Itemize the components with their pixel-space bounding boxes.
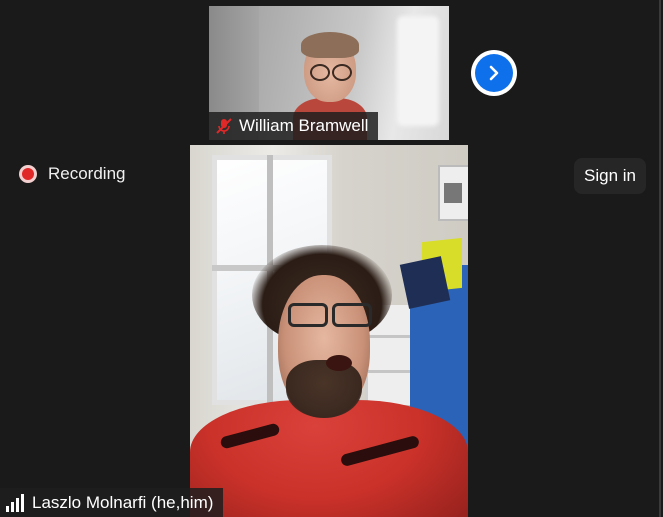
microphone-muted-icon — [215, 117, 233, 135]
window-edge — [659, 0, 661, 517]
speaker-beard — [286, 360, 362, 418]
wall-device — [438, 165, 468, 221]
participant-hair — [301, 32, 359, 58]
hanging-shirt — [399, 256, 451, 309]
speaker-name: Laszlo Molnarfi (he,him) — [32, 492, 214, 512]
speaker-name-tag: Laszlo Molnarfi (he,him) — [0, 488, 224, 517]
participant-name: William Bramwell — [239, 116, 369, 135]
recording-indicator: Recording — [19, 164, 126, 184]
video-background-window — [397, 16, 439, 126]
participant-name-tag: William Bramwell — [209, 112, 379, 140]
recording-dot-icon — [19, 165, 37, 183]
recording-label: Recording — [48, 164, 126, 183]
next-page-button[interactable] — [471, 50, 517, 96]
chevron-right-icon — [489, 65, 499, 81]
active-speaker-video[interactable] — [190, 145, 468, 517]
speaker-mouth — [326, 355, 352, 371]
participant-glasses — [310, 64, 352, 81]
next-page-button-fill — [475, 54, 513, 92]
speaker-glasses — [288, 303, 372, 327]
sign-in-button[interactable]: Sign in — [574, 158, 646, 194]
signal-strength-icon — [6, 493, 24, 512]
